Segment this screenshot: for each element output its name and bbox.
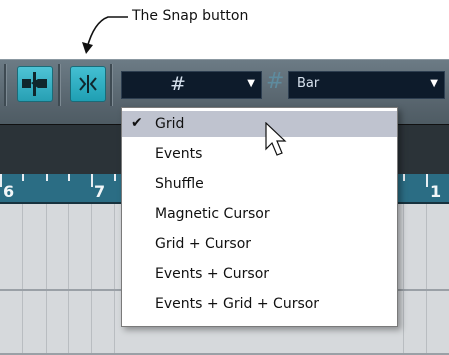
ruler-tick	[114, 174, 116, 181]
grid-line	[22, 204, 23, 355]
quantize-value: Bar	[297, 76, 320, 91]
ruler-tick	[403, 174, 405, 181]
menu-item-events-grid-cursor[interactable]: Events + Grid + Cursor	[122, 291, 397, 317]
snap-toggle-icon	[22, 72, 47, 96]
callout-label: The Snap button	[132, 8, 249, 24]
snap-button[interactable]	[70, 66, 106, 102]
toolbar-separator	[110, 64, 113, 106]
ruler-tick	[426, 174, 428, 187]
menu-item-shuffle[interactable]: Shuffle	[122, 171, 397, 197]
ruler-tick	[68, 174, 70, 181]
menu-item-label: Grid + Cursor	[155, 236, 252, 252]
chevron-down-icon: ▼	[247, 78, 255, 89]
grid-icon: #	[170, 73, 186, 95]
menu-item-grid-cursor[interactable]: Grid + Cursor	[122, 231, 397, 257]
grid-line	[114, 204, 115, 355]
toolbar-separator	[58, 64, 61, 106]
menu-item-events-cursor[interactable]: Events + Cursor	[122, 261, 397, 287]
menu-item-label: Events + Cursor	[155, 266, 270, 282]
ruler-tick	[0, 174, 2, 187]
menu-item-label: Grid	[155, 116, 185, 132]
toolbar-separator	[4, 64, 7, 106]
grid-line	[68, 204, 69, 355]
ruler-tick	[91, 174, 93, 187]
menu-item-label: Magnetic Cursor	[155, 206, 270, 222]
snap-mode-icon	[79, 75, 97, 93]
menu-item-events[interactable]: Events	[122, 141, 397, 167]
chevron-down-icon: ▼	[430, 78, 438, 89]
quantize-dropdown[interactable]: Bar ▼	[288, 71, 445, 99]
snap-type-menu: ✔ Grid Events Shuffle Magnetic Cursor Gr…	[121, 107, 398, 327]
ruler-label: 1	[430, 182, 442, 201]
mouse-pointer-icon	[265, 122, 287, 156]
menu-item-magnetic-cursor[interactable]: Magnetic Cursor	[122, 201, 397, 227]
menu-item-label: Events	[155, 146, 203, 162]
grid-line	[426, 204, 427, 355]
ruler-tick	[22, 174, 24, 181]
grid-line	[403, 204, 404, 355]
menu-item-label: Shuffle	[155, 176, 204, 192]
grid-line	[46, 204, 47, 355]
ruler-tick	[46, 174, 48, 181]
menu-item-label: Events + Grid + Cursor	[155, 296, 320, 312]
quantize-grid-icon: #	[266, 69, 285, 94]
checkmark-icon: ✔	[131, 115, 143, 131]
grid-line	[91, 204, 92, 355]
snap-type-dropdown[interactable]: # ▼	[121, 71, 262, 99]
ruler-label: 6	[3, 182, 15, 201]
snap-on-off-button[interactable]	[17, 66, 53, 102]
ruler-label: 7	[94, 182, 106, 201]
menu-item-grid[interactable]: ✔ Grid	[122, 111, 397, 137]
